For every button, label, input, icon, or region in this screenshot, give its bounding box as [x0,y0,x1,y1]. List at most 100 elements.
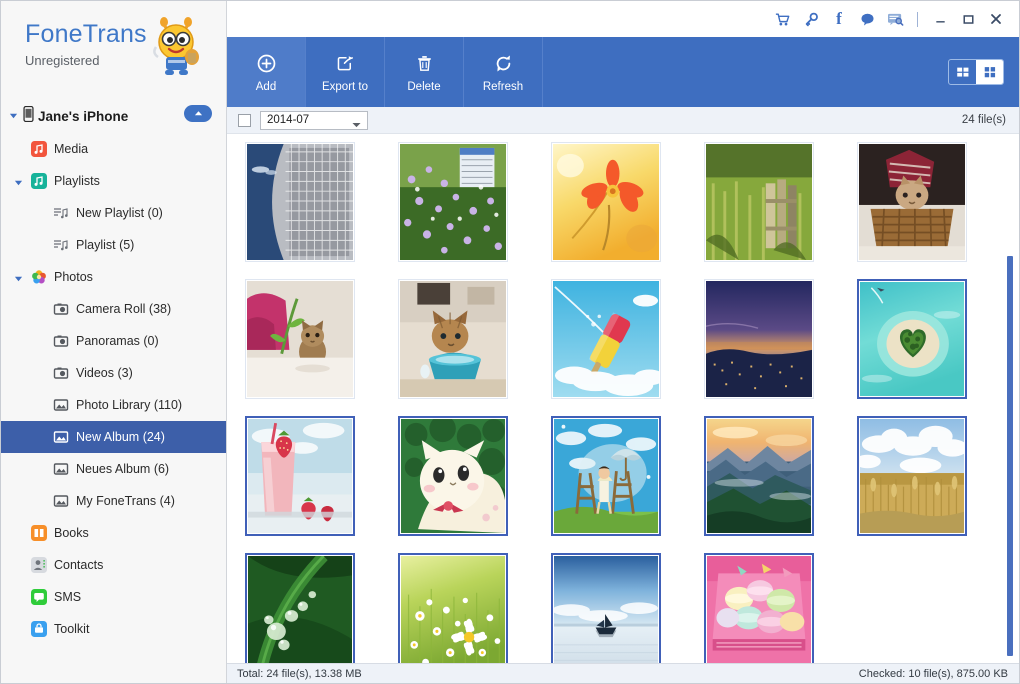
thumbnail-wheat-field-clouds[interactable] [857,416,967,536]
sidebar-item-camera-roll[interactable]: Camera Roll (38) [1,293,226,325]
title-bar-icons: f [769,1,1010,37]
add-button[interactable]: Add [227,37,306,107]
eject-icon[interactable] [184,105,212,122]
thumbnail-white-cat-cartoon[interactable] [398,416,508,536]
close-button[interactable] [982,4,1010,34]
photo-grid [227,134,1019,663]
brand-header: FoneTrans Unregistered [1,1,226,97]
maximize-button[interactable] [954,4,982,34]
vertical-scrollbar-thumb[interactable] [1007,256,1013,656]
photos-icon [31,269,47,285]
thumbnail-kitten-drinking-bowl[interactable] [398,279,508,399]
list-view-icon[interactable] [949,60,976,84]
export-to-button[interactable]: Export to [306,37,385,107]
grid-cell [704,279,857,416]
playlist-item-icon [53,205,69,221]
sidebar-item-label: Toolkit [54,622,90,636]
thumbnail-pink-macarons[interactable] [704,553,814,663]
date-filter-select[interactable]: 2014-07 [260,110,368,131]
thumbnail-boat-on-salt-flat[interactable] [551,553,661,663]
thumbnail-coastal-city-dusk[interactable] [704,279,814,399]
sidebar: FoneTrans Unregistered Jane's iPhone Med… [1,1,227,683]
thumbnail-kitten-in-basket[interactable] [857,142,967,262]
minimize-button[interactable] [926,4,954,34]
select-all-checkbox[interactable] [238,113,251,127]
thumbnail-heart-shaped-island[interactable] [857,279,967,399]
thumbnail-dew-on-leaf[interactable] [245,553,355,663]
playlist-item-icon [53,237,69,253]
chevron-down-icon[interactable] [14,272,24,282]
cart-icon[interactable] [769,4,797,34]
thumbnail-strawberry-milkshake[interactable] [245,416,355,536]
sidebar-item-videos[interactable]: Videos (3) [1,357,226,389]
thumbnail-purple-wildflowers[interactable] [398,142,508,262]
sidebar-item-my-fonetrans[interactable]: My FoneTrans (4) [1,485,226,517]
toolkit-icon [31,621,47,637]
sidebar-item-panoramas[interactable]: Panoramas (0) [1,325,226,357]
grid-view-icon[interactable] [976,60,1003,84]
thumbnail-ice-lolly-sky[interactable] [551,279,661,399]
vertical-scrollbar-track[interactable] [1007,134,1017,663]
sidebar-item-label: New Playlist (0) [76,206,163,220]
sidebar-item-label: Playlists [54,174,100,188]
sidebar-item-neues-album[interactable]: Neues Album (6) [1,453,226,485]
add-label: Add [255,80,277,93]
delete-button[interactable]: Delete [385,37,464,107]
grid-cell [551,553,704,663]
sidebar-item-label: Photo Library (110) [76,398,183,412]
sms-icon [31,589,47,605]
sidebar-tree: Media Playlists New Playlist (0) Playlis… [1,133,226,645]
playlists-icon [31,173,47,189]
sidebar-item-contacts[interactable]: Contacts [1,549,226,581]
sidebar-item-playlists[interactable]: Playlists [1,165,226,197]
grid-cell [245,416,398,553]
sidebar-item-books[interactable]: Books [1,517,226,549]
media-icon [31,141,47,157]
refresh-button[interactable]: Refresh [464,37,543,107]
device-row[interactable]: Jane's iPhone [1,101,226,131]
device-caret-icon[interactable] [9,107,23,125]
thumbnail-misty-mountains[interactable] [704,416,814,536]
sidebar-item-photo-library[interactable]: Photo Library (110) [1,389,226,421]
chat-icon[interactable] [853,4,881,34]
status-checked: Checked: 10 file(s), 875.00 KB [858,668,1008,680]
date-filter-value: 2014-07 [267,114,310,126]
status-total: Total: 24 file(s), 13.38 MB [237,668,362,680]
sidebar-item-toolkit[interactable]: Toolkit [1,613,226,645]
iphone-icon [23,105,34,127]
album-icon [53,493,69,509]
thumbnail-grass-fence[interactable] [704,142,814,262]
sidebar-item-new-playlist[interactable]: New Playlist (0) [1,197,226,229]
chevron-down-icon[interactable] [352,119,361,131]
sidebar-item-new-album[interactable]: New Album (24) [1,421,226,453]
thumbnail-sky-mesh-building[interactable] [245,142,355,262]
device-name: Jane's iPhone [38,108,129,124]
chevron-down-icon[interactable] [14,176,24,186]
facebook-icon[interactable]: f [825,4,853,34]
sidebar-item-playlist[interactable]: Playlist (5) [1,229,226,261]
grid-cell [551,416,704,553]
camera-icon [53,301,69,317]
sidebar-item-sms[interactable]: SMS [1,581,226,613]
thumbnail-orange-cosmos-flower[interactable] [551,142,661,262]
grid-cell [857,142,1010,279]
sidebar-item-label: Neues Album (6) [76,462,170,476]
grid-cell [245,142,398,279]
sidebar-item-label: Camera Roll (38) [76,302,172,316]
thumbnail-kitten-by-pillow[interactable] [245,279,355,399]
feedback-icon[interactable] [881,4,909,34]
export-label: Export to [321,80,369,93]
key-icon[interactable] [797,4,825,34]
sidebar-item-media[interactable]: Media [1,133,226,165]
export-icon [336,52,355,76]
sidebar-item-photos[interactable]: Photos [1,261,226,293]
toolbar: Add Export to Delete Refresh [227,37,1019,107]
thumbnail-daisy-meadow[interactable] [398,553,508,663]
delete-label: Delete [407,80,441,93]
grid-cell [551,142,704,279]
grid-cell [704,142,857,279]
thumbnail-umbrella-illustration[interactable] [551,416,661,536]
toolbar-buttons: Add Export to Delete Refresh [227,37,1019,107]
grid-cell [245,553,398,663]
camera-icon [53,365,69,381]
